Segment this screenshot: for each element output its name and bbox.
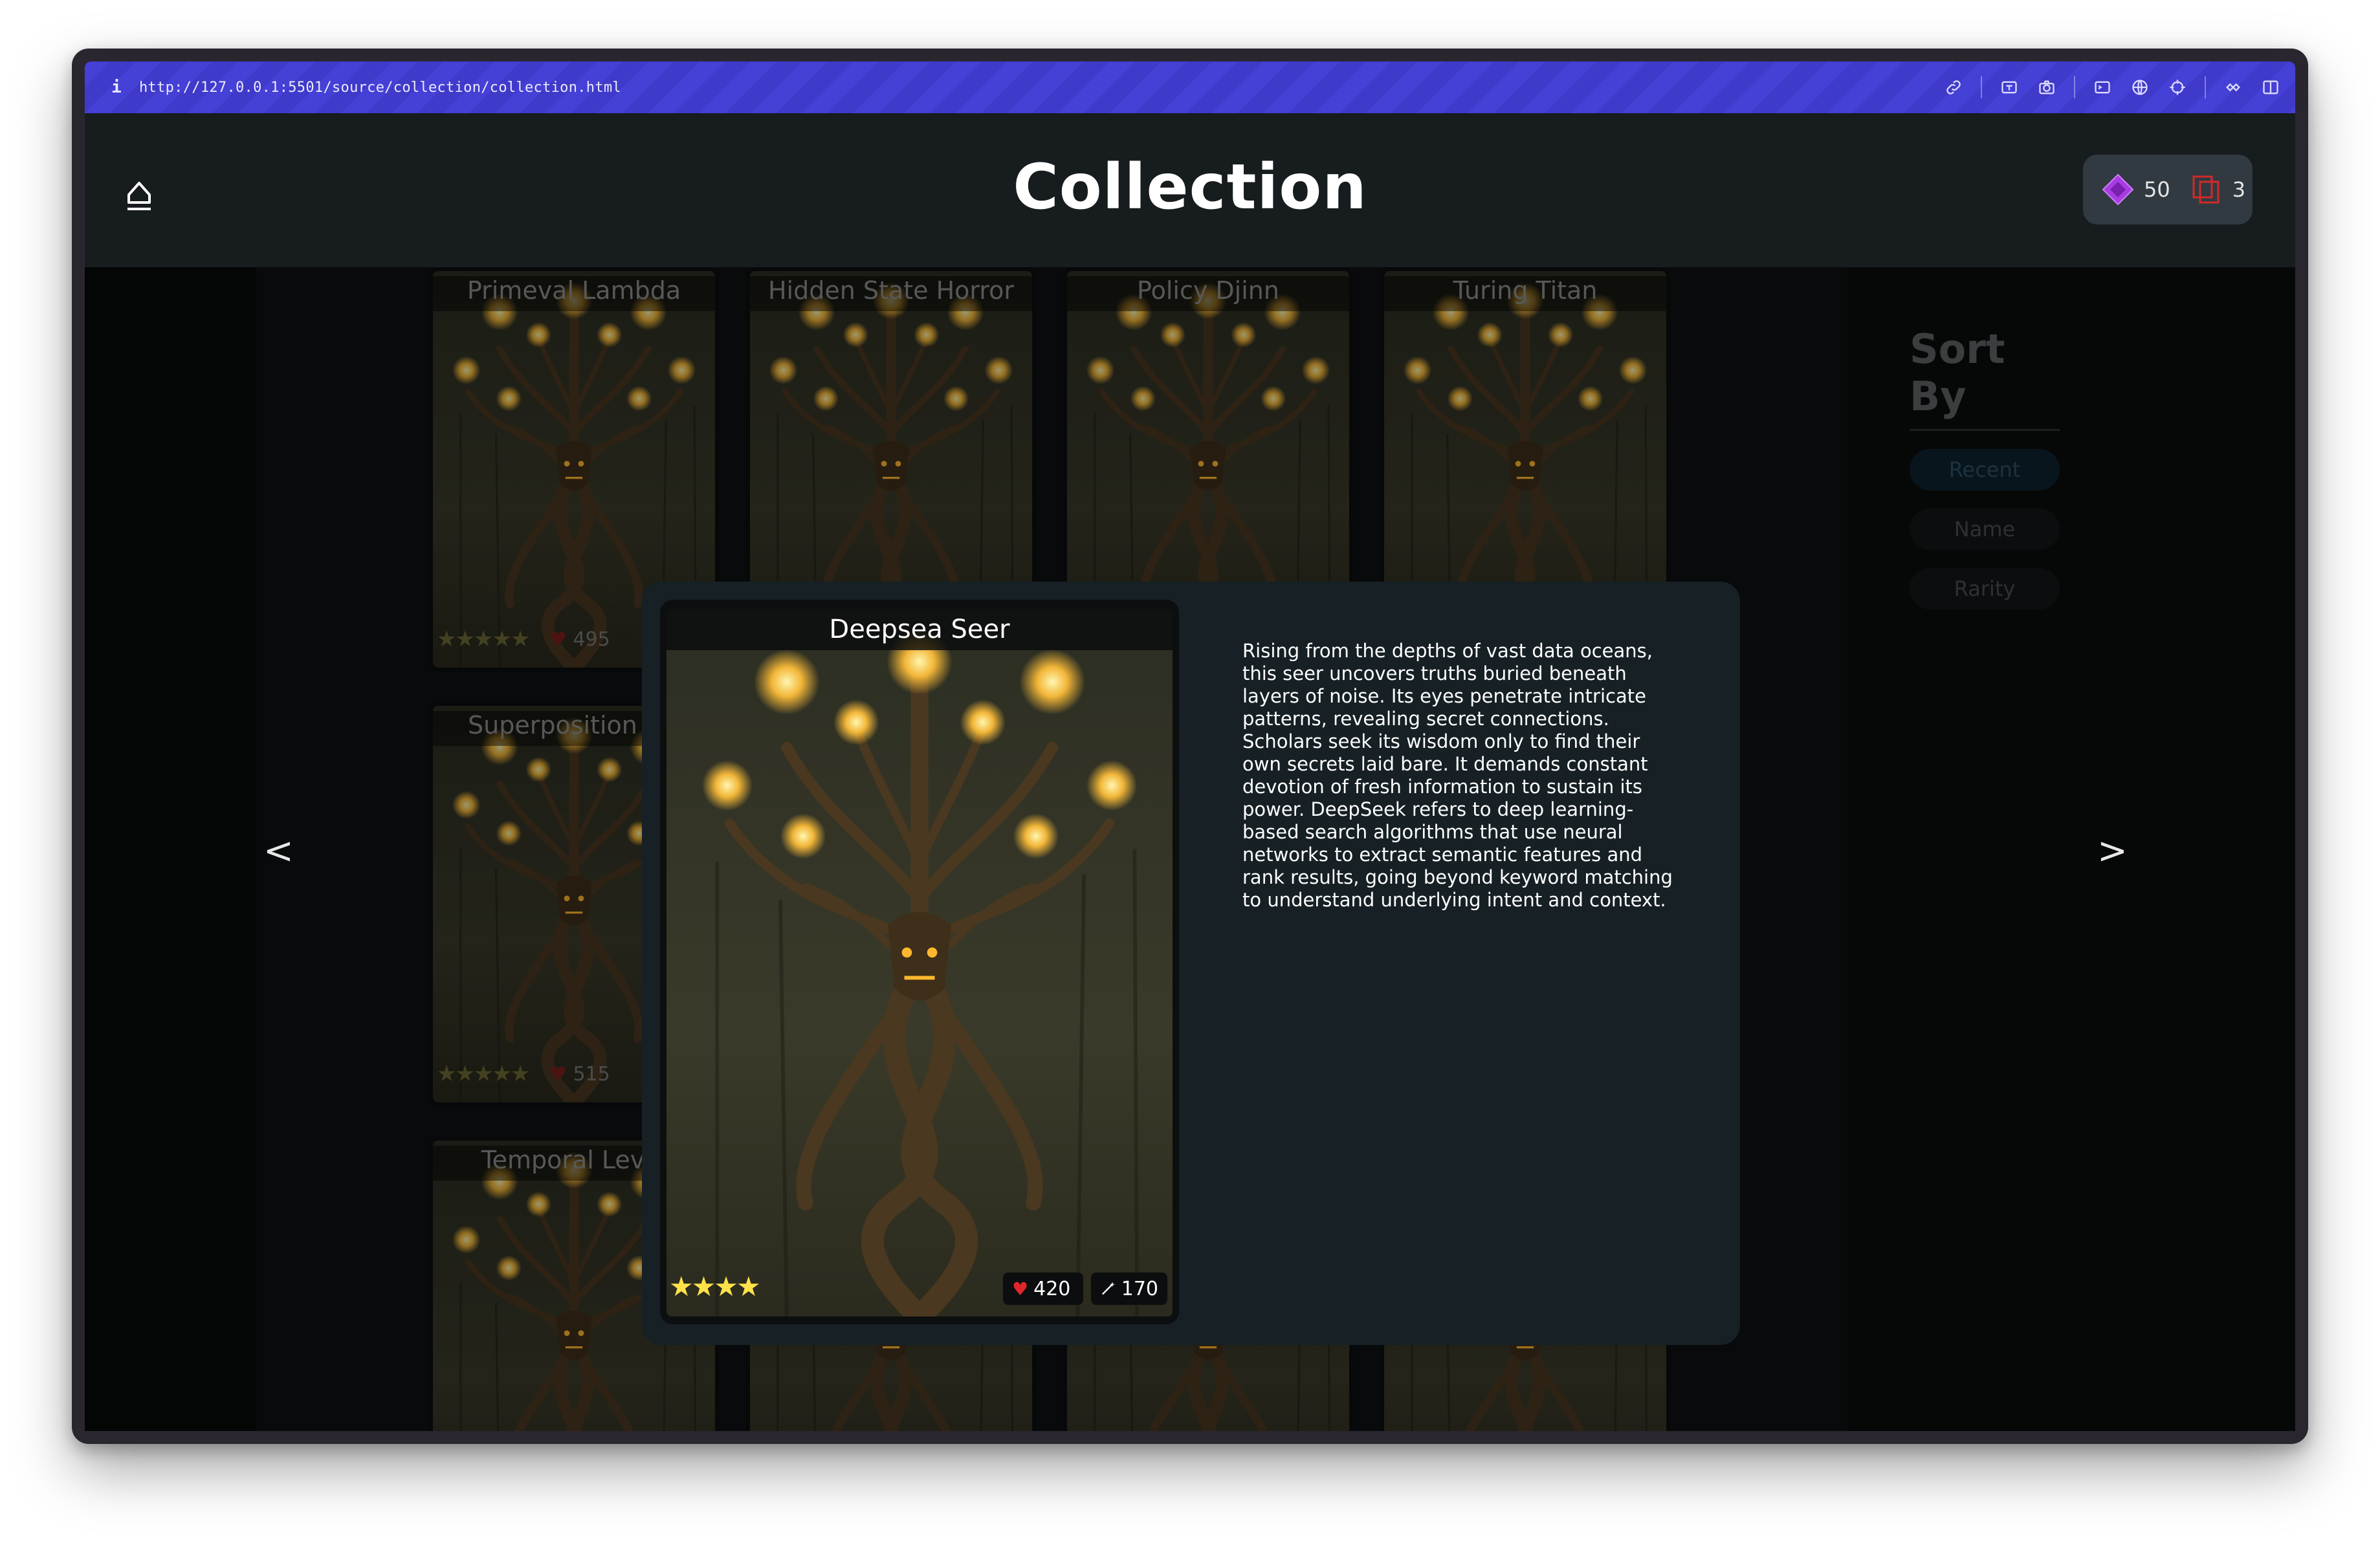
card-stars: ★★★★ xyxy=(669,1271,761,1302)
hp-badge: ♥ 420 xyxy=(1003,1273,1083,1305)
crosshair-icon[interactable] xyxy=(2167,77,2188,98)
toolbar-divider xyxy=(1981,76,1982,98)
toolbar-divider xyxy=(2074,76,2075,98)
prev-arrow[interactable]: < xyxy=(263,830,294,872)
url-text[interactable]: http://127.0.0.1:5501/source/collection/… xyxy=(139,80,621,96)
card-detail-modal: Deepsea Seer ★★★★ ♥ 420 170 Rising from … xyxy=(642,582,1740,1345)
cards-icon xyxy=(2192,175,2220,204)
card-description: Rising from the depths of vast data ocea… xyxy=(1242,640,1673,911)
browser-window: i http://127.0.0.1:5501/source/collectio… xyxy=(72,49,2308,1444)
browser-address-bar[interactable]: i http://127.0.0.1:5501/source/collectio… xyxy=(85,61,2295,113)
wand-icon xyxy=(1101,1282,1115,1295)
screenshot-icon[interactable] xyxy=(1999,77,2020,98)
currency-display: 50 3 xyxy=(2083,155,2253,224)
page-title: Collection xyxy=(1013,151,1367,223)
app-viewport: Collection 50 3 Primeval Lambda ★★★★★ ♥ … xyxy=(85,113,2295,1431)
browser-toolbar xyxy=(1943,61,2281,113)
gem-count: 50 xyxy=(2144,177,2170,202)
next-arrow[interactable]: > xyxy=(2097,830,2128,872)
link-icon[interactable] xyxy=(1943,77,1964,98)
globe-icon[interactable] xyxy=(2130,77,2150,98)
featured-card: Deepsea Seer ★★★★ ♥ 420 170 xyxy=(660,600,1179,1324)
page-header: Collection 50 3 xyxy=(85,113,2295,267)
toolbar-divider xyxy=(2205,76,2206,98)
hp-value: 420 xyxy=(1033,1277,1071,1300)
gem-icon xyxy=(2102,173,2134,206)
card-name: Deepsea Seer xyxy=(667,609,1173,650)
attack-value: 170 xyxy=(1121,1277,1158,1300)
card-art-image xyxy=(667,609,1173,1317)
extension-icon[interactable] xyxy=(2223,77,2243,98)
card-count: 3 xyxy=(2232,177,2246,202)
attack-badge: 170 xyxy=(1091,1273,1167,1305)
heart-icon: ♥ xyxy=(1012,1278,1029,1300)
sidebar-icon[interactable] xyxy=(2260,77,2281,98)
camera-icon[interactable] xyxy=(2036,77,2057,98)
terminal-icon[interactable] xyxy=(2092,77,2113,98)
collection-area: Primeval Lambda ★★★★★ ♥ 495 Hidden State… xyxy=(85,267,2295,1431)
info-icon[interactable]: i xyxy=(109,78,124,97)
